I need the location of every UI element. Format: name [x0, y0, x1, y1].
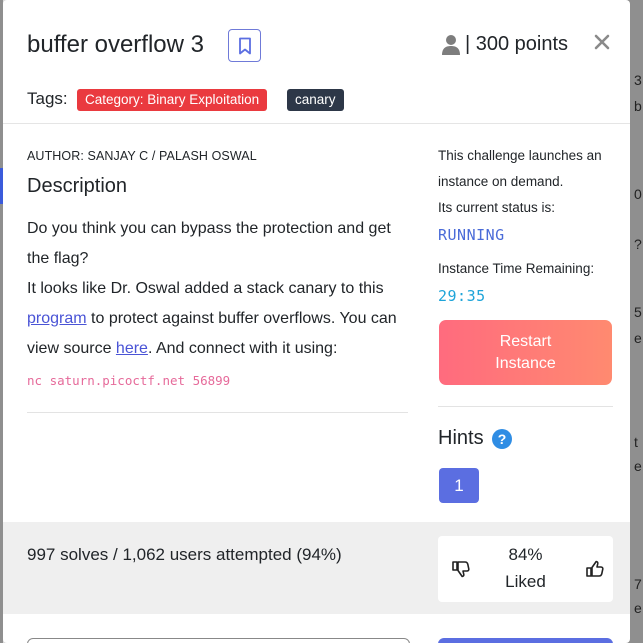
restart-instance-button[interactable]: Restart Instance — [439, 320, 612, 385]
sidebar-divider — [438, 406, 613, 407]
backdrop-text-fragment: 0 — [634, 186, 642, 202]
description-text: . And connect with it using: — [147, 340, 338, 357]
instance-status-label: Its current status is: — [438, 200, 556, 215]
program-link[interactable]: program — [27, 310, 87, 327]
modal-header: buffer overflow 3 | 300 points Tags: Cat… — [3, 0, 630, 124]
tag-canary[interactable]: canary — [287, 89, 344, 111]
source-link[interactable]: here — [116, 340, 148, 357]
solves-stats: 997 solves / 1,062 users attempted (94%) — [27, 545, 342, 564]
description-heading: Description — [27, 175, 128, 197]
backdrop-text-fragment: b — [634, 98, 642, 114]
connect-command: nc saturn.picoctf.net 56899 — [27, 373, 231, 388]
instance-time-label: Instance Time Remaining: — [438, 261, 595, 276]
user-icon — [442, 34, 460, 55]
points-label: | 300 points — [465, 33, 569, 55]
description-body: Do you think you can bypass the protecti… — [27, 214, 417, 364]
description-text: It looks like Dr. Oswal added a stack ca… — [27, 280, 384, 297]
description-divider — [27, 412, 408, 413]
tags-label: Tags: — [27, 89, 68, 108]
instance-status: RUNNING — [438, 226, 505, 244]
hint-button-1[interactable]: 1 — [439, 468, 479, 503]
instance-timer: 29:35 — [438, 287, 486, 305]
close-button[interactable] — [594, 28, 610, 54]
help-circle-icon[interactable]: ? — [492, 429, 512, 449]
stats-footer: 997 solves / 1,062 users attempted (94%)… — [3, 522, 630, 614]
description-text: Do you think you can bypass the protecti… — [27, 220, 391, 267]
rating-card: 84% Liked — [438, 536, 613, 602]
bookmark-button[interactable] — [228, 29, 261, 62]
backdrop-text-fragment: ? — [634, 236, 642, 252]
restart-button-label: Restart — [499, 333, 552, 350]
challenge-title: buffer overflow 3 — [27, 31, 204, 58]
tag-category[interactable]: Category: Binary Exploitation — [77, 89, 268, 111]
backdrop-text-fragment: e — [634, 600, 642, 616]
close-icon — [594, 34, 610, 50]
restart-button-label: Instance — [495, 355, 556, 372]
author-line: AUTHOR: SANJAY C / PALASH OSWAL — [27, 149, 257, 163]
bookmark-icon — [238, 37, 251, 54]
points-display: | 300 points — [441, 33, 568, 56]
backdrop-text-fragment: t — [634, 434, 638, 450]
challenge-modal: buffer overflow 3 | 300 points Tags: Cat… — [3, 0, 630, 643]
thumbs-up-icon[interactable] — [585, 559, 605, 579]
instance-launch-text: This challenge launches an — [438, 148, 602, 163]
backdrop-text-fragment: e — [634, 330, 642, 346]
backdrop-text-fragment: e — [634, 458, 642, 474]
flag-input-edge[interactable] — [27, 638, 410, 643]
instance-launch-text: instance on demand. — [438, 174, 564, 189]
backdrop-text-fragment: 3 — [634, 72, 642, 88]
submit-button-edge[interactable] — [438, 638, 613, 643]
backdrop-text-fragment: 5 — [634, 304, 642, 320]
backdrop-text-fragment: 7 — [634, 576, 642, 592]
hints-heading: Hints — [438, 427, 484, 449]
